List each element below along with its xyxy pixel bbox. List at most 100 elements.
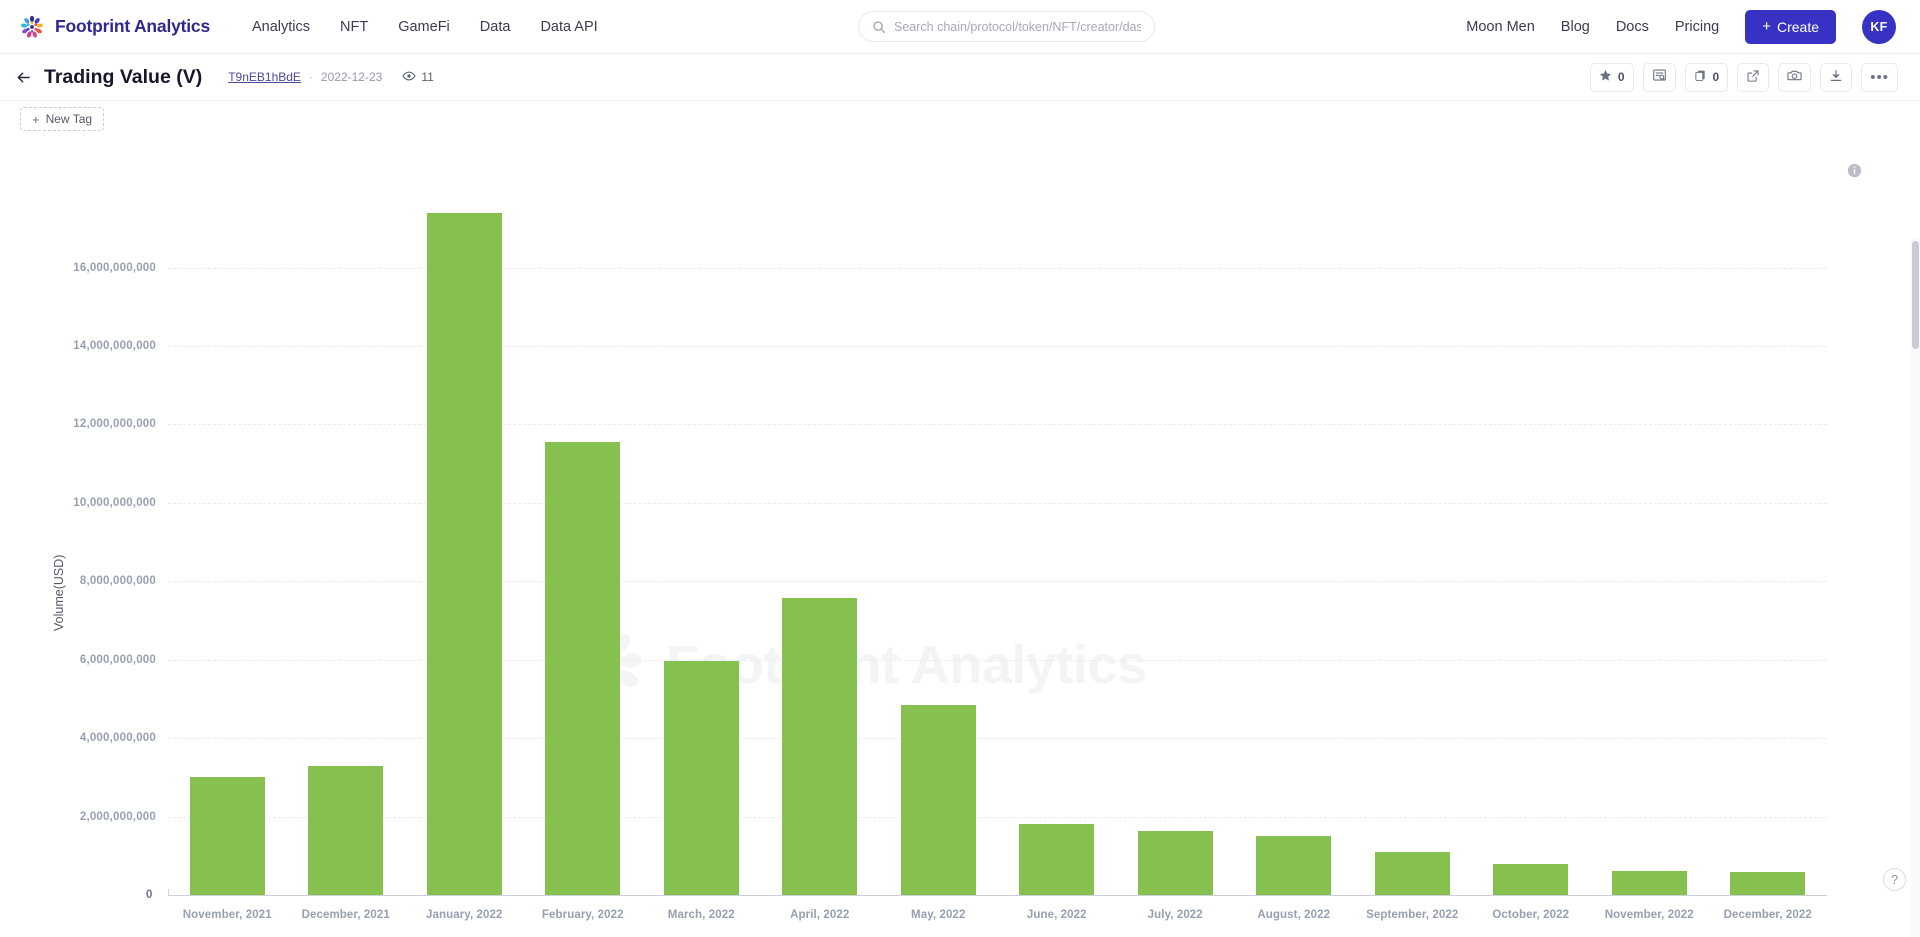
footprint-logo-icon (18, 13, 46, 41)
primary-nav-links: Analytics NFT GameFi Data Data API (252, 15, 598, 39)
y-axis-tick-label: 0 (146, 889, 153, 901)
nav-link-data-api[interactable]: Data API (540, 15, 597, 39)
created-date: 2022-12-23 (320, 70, 383, 84)
download-icon (1829, 69, 1843, 86)
bar-column (879, 197, 998, 895)
download-button[interactable] (1820, 62, 1853, 92)
x-axis-tick-label: August, 2022 (1257, 909, 1331, 921)
bar[interactable] (189, 776, 265, 895)
chart-panel: Volume(USD) Footprint Analytics 0 2,000,… (0, 137, 1920, 937)
brand-home-link[interactable]: Footprint Analytics (18, 13, 210, 41)
x-axis-tick-label: December, 2022 (1723, 909, 1812, 921)
bar-column (998, 197, 1117, 895)
arrow-left-icon[interactable] (10, 64, 36, 90)
brand-name: Footprint Analytics (55, 16, 210, 36)
x-axis-tick-label: July, 2022 (1147, 909, 1203, 921)
snapshot-button[interactable] (1778, 62, 1812, 92)
y-axis-tick-label: 16,000,000,000 (73, 261, 156, 274)
page-meta: T9nEB1hBdE · 2022-12-23 11 (228, 69, 434, 86)
bar-column (1116, 197, 1235, 895)
user-avatar[interactable]: KF (1862, 9, 1896, 44)
y-axis-tick-label: 8,000,000,000 (79, 575, 156, 588)
nav-link-nft[interactable]: NFT (340, 15, 368, 39)
y-axis-title: Volume(USD) (52, 554, 66, 631)
search-icon (872, 20, 886, 34)
help-button[interactable]: ? (1883, 868, 1906, 891)
bar[interactable] (545, 442, 621, 895)
plus-icon: + (32, 111, 40, 127)
x-axis-tick-label: November, 2022 (1604, 909, 1694, 921)
dashboard-owner-link[interactable]: T9nEB1hBdE (228, 70, 301, 84)
bar-column (1709, 197, 1828, 895)
bar[interactable] (900, 705, 976, 895)
scrollbar-thumb[interactable] (1912, 241, 1919, 349)
bar[interactable] (308, 766, 384, 895)
bar-column (524, 197, 643, 895)
nav-link-data[interactable]: Data (480, 15, 511, 39)
page-header-bar: Trading Value (V) T9nEB1hBdE · 2022-12-2… (0, 54, 1920, 101)
external-link-icon (1746, 69, 1760, 86)
plus-icon: + (1762, 18, 1771, 35)
x-axis-tick-label: November, 2021 (182, 909, 272, 921)
search-input[interactable] (894, 19, 1141, 34)
create-button-label: Create (1776, 18, 1819, 35)
x-axis-tick-label: March, 2022 (667, 909, 735, 921)
dashboard-toolbar: 0 0 ••• (1589, 62, 1898, 92)
bar[interactable] (1730, 872, 1806, 895)
meta-separator: · (308, 70, 313, 84)
x-axis-tick-label: October, 2022 (1492, 909, 1570, 921)
star-icon (1599, 69, 1612, 85)
nav-link-moon-men[interactable]: Moon Men (1466, 15, 1535, 39)
create-button[interactable]: + Create (1745, 9, 1836, 44)
bar-column (1590, 197, 1709, 895)
y-axis-tick-label: 2,000,000,000 (79, 810, 156, 823)
bar[interactable] (1019, 824, 1095, 895)
duplicate-button[interactable]: 0 (1684, 62, 1729, 92)
x-axis-tick-label: September, 2022 (1366, 909, 1459, 921)
secondary-nav-links: Moon Men Blog Docs Pricing + Create KF (1466, 9, 1896, 44)
view-count: 11 (402, 69, 434, 86)
bar[interactable] (1611, 870, 1687, 895)
x-axis-tick-label: April, 2022 (790, 909, 850, 921)
bar-chart: Volume(USD) Footprint Analytics 0 2,000,… (0, 137, 1920, 937)
new-tag-label: New Tag (45, 112, 93, 126)
eye-icon (402, 69, 416, 86)
x-axis-tick-label: January, 2022 (425, 909, 503, 921)
bar-column (761, 197, 880, 895)
y-axis-tick-label: 10,000,000,000 (73, 496, 156, 509)
nav-link-pricing[interactable]: Pricing (1675, 15, 1719, 39)
duplicate-count: 0 (1712, 70, 1720, 84)
camera-icon (1787, 68, 1802, 86)
ellipsis-icon: ••• (1870, 68, 1889, 86)
bar[interactable] (782, 597, 858, 895)
bar[interactable] (1137, 831, 1213, 895)
bar-column (1353, 197, 1472, 895)
page-title: Trading Value (V) (44, 65, 203, 88)
bar-column (168, 197, 287, 895)
x-axis-tick-label: December, 2021 (301, 909, 390, 921)
nav-link-gamefi[interactable]: GameFi (398, 15, 450, 39)
more-button[interactable]: ••• (1861, 62, 1898, 92)
report-button[interactable] (1642, 62, 1676, 92)
bar-column (1235, 197, 1354, 895)
favorite-count: 0 (1617, 70, 1625, 84)
bar[interactable] (1256, 836, 1332, 895)
bar[interactable] (426, 212, 502, 895)
nav-link-blog[interactable]: Blog (1561, 15, 1590, 39)
bar[interactable] (663, 660, 739, 895)
nav-link-docs[interactable]: Docs (1616, 15, 1649, 39)
document-search-icon (1652, 68, 1667, 86)
tag-row: + New Tag (0, 101, 1920, 137)
y-axis-tick-label: 12,000,000,000 (73, 418, 156, 431)
new-tag-button[interactable]: + New Tag (20, 107, 105, 131)
open-external-button[interactable] (1737, 62, 1770, 92)
bar[interactable] (1493, 863, 1569, 895)
bar-column (405, 197, 524, 895)
copy-icon (1694, 69, 1707, 85)
favorite-button[interactable]: 0 (1589, 62, 1634, 92)
vertical-scrollbar[interactable] (1911, 239, 1920, 937)
global-search[interactable] (858, 11, 1155, 42)
nav-link-analytics[interactable]: Analytics (252, 15, 310, 39)
y-axis-tick-label: 14,000,000,000 (73, 340, 156, 352)
bar[interactable] (1374, 851, 1450, 895)
